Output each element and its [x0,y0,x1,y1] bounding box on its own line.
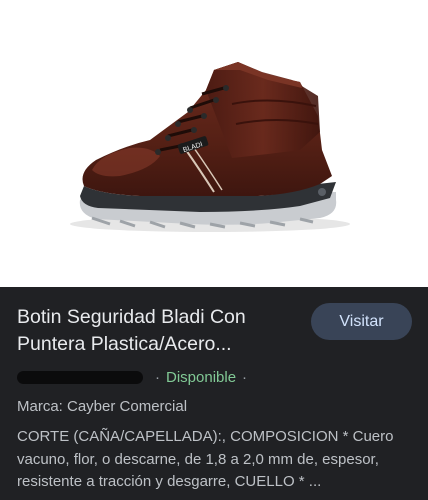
separator-dot-2: · [242,368,248,386]
seller-row: · Disponible · [17,367,253,387]
product-info-panel: Botin Seguridad Bladi Con Puntera Plasti… [0,287,428,500]
safety-boot-image: BLADI [70,62,350,232]
availability-status: Disponible [166,368,237,386]
brand-line: Marca: Cayber Comercial [17,398,188,415]
product-title[interactable]: Botin Seguridad Bladi Con Puntera Plasti… [17,304,297,358]
seller-name-redacted[interactable] [17,370,143,384]
visit-button[interactable]: Visitar [311,303,412,340]
product-description: CORTE (CAÑA/CAPELLADA):, COMPOSICION * C… [17,428,394,490]
product-image[interactable]: BLADI [0,0,428,287]
separator-dot: · [155,368,160,386]
